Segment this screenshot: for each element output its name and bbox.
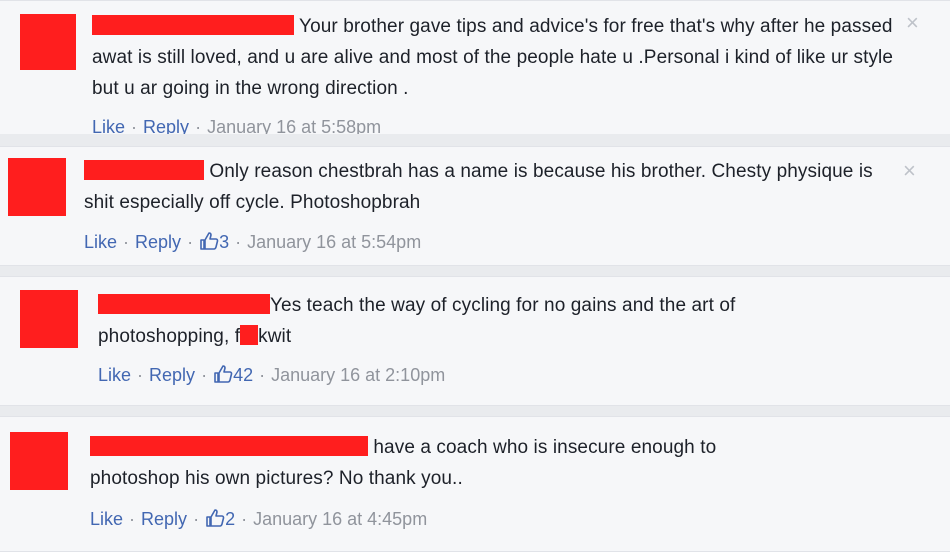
reply-link[interactable]: Reply: [149, 365, 195, 385]
like-link[interactable]: Like: [98, 365, 131, 385]
timestamp[interactable]: January 16 at 2:10pm: [271, 365, 445, 385]
reply-link[interactable]: Reply: [135, 232, 181, 252]
like-count[interactable]: 3: [219, 232, 229, 252]
avatar[interactable]: [8, 158, 66, 216]
like-link[interactable]: Like: [90, 509, 123, 529]
like-link[interactable]: Like: [84, 232, 117, 252]
comment-text: Yes teach the way of cycling for no gain…: [98, 290, 858, 352]
author-name-redacted[interactable]: [84, 160, 204, 180]
author-name-redacted[interactable]: [90, 436, 368, 456]
censor-redaction: [240, 325, 259, 345]
comment-body-end: kwit: [258, 326, 292, 347]
comment-text: have a coach who is insecure enough to p…: [90, 432, 810, 494]
close-icon[interactable]: ×: [903, 160, 916, 182]
avatar[interactable]: [10, 432, 68, 490]
reply-link[interactable]: Reply: [141, 509, 187, 529]
avatar[interactable]: [20, 14, 76, 70]
comment-actions: Like · Reply · 42 · January 16 at 2:10pm: [98, 364, 445, 389]
comment-actions: Like · Reply · 3 · January 16 at 5:54pm: [84, 231, 421, 256]
author-name-redacted[interactable]: [98, 294, 270, 314]
close-icon[interactable]: ×: [906, 12, 919, 34]
thumbs-up-icon: [213, 364, 233, 389]
timestamp[interactable]: January 16 at 4:45pm: [253, 509, 427, 529]
timestamp[interactable]: January 16 at 5:54pm: [247, 232, 421, 252]
like-count[interactable]: 2: [225, 509, 235, 529]
thumbs-up-icon: [205, 508, 225, 533]
avatar[interactable]: [20, 290, 78, 348]
comment-text: Your brother gave tips and advice's for …: [92, 11, 904, 104]
divider: [0, 134, 950, 146]
thumbs-up-icon: [199, 231, 219, 256]
like-count[interactable]: 42: [233, 365, 253, 385]
comment-actions: Like · Reply · 2 · January 16 at 4:45pm: [90, 508, 427, 533]
comment-text: Only reason chestbrah has a name is beca…: [84, 156, 904, 218]
author-name-redacted[interactable]: [92, 15, 294, 35]
